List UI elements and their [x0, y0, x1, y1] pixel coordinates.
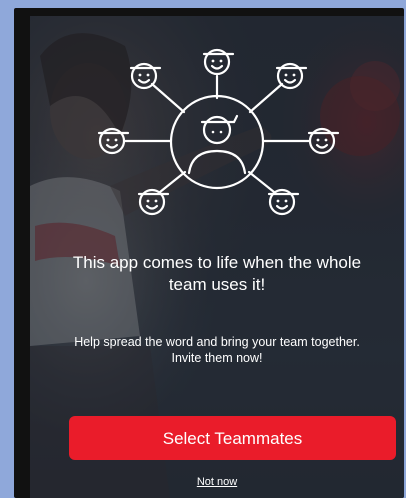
frame-background: This app comes to life when the whole te… — [0, 0, 406, 498]
smiley-face-icon — [97, 127, 130, 155]
team-member-icon — [169, 94, 265, 190]
smiley-face-icon — [129, 62, 162, 90]
select-teammates-button[interactable]: Select Teammates — [69, 416, 396, 460]
not-now-link[interactable]: Not now — [30, 476, 404, 488]
smiley-face-icon — [202, 48, 235, 76]
smiley-face-icon — [275, 62, 308, 90]
headline: This app comes to life when the whole te… — [72, 253, 362, 294]
connection-lines — [123, 74, 311, 194]
team-network-illustration — [97, 48, 340, 216]
invite-description: Help spread the word and bring your team… — [74, 335, 360, 365]
smiley-face-icon — [307, 127, 340, 155]
smiley-face-icon — [137, 188, 170, 216]
device-frame: This app comes to life when the whole te… — [14, 8, 404, 498]
smiley-face-icon — [267, 188, 300, 216]
invite-screen: This app comes to life when the whole te… — [30, 16, 404, 498]
